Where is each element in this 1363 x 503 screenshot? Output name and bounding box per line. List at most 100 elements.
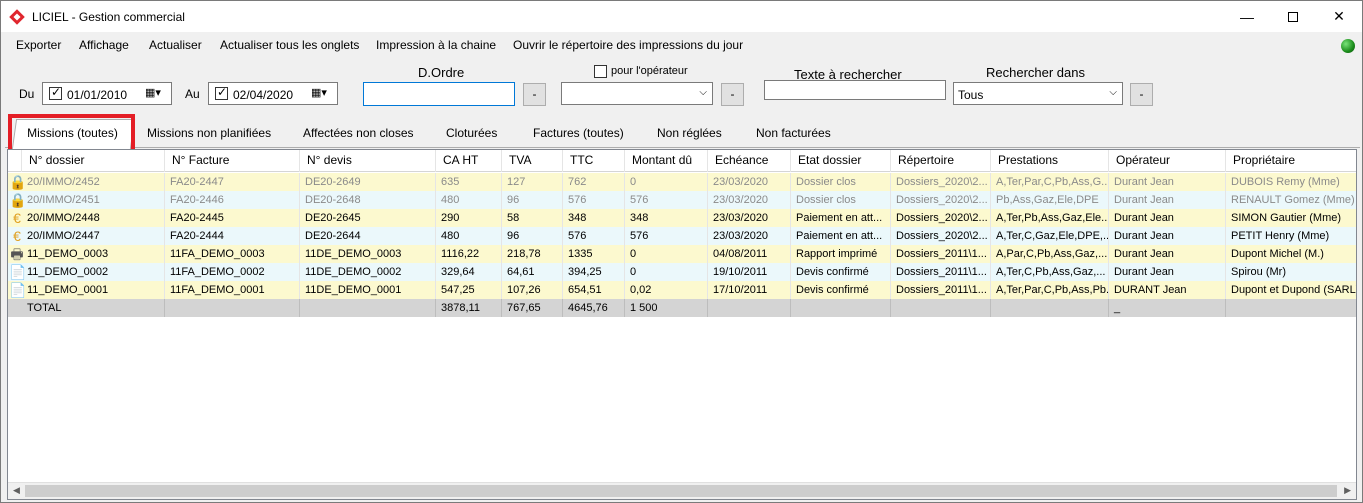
menu-exporter[interactable]: Exporter [16,38,61,52]
column-header[interactable]: Etat dossier [791,150,891,172]
tab-non-reglees[interactable]: Non réglées [657,126,722,140]
table-cell: DE20-2649 [300,173,436,191]
horizontal-scrollbar[interactable]: ◀ ▶ [8,482,1356,499]
table-cell: Durant Jean [1109,209,1226,227]
table-cell: Dossier clos [791,173,891,191]
table-row[interactable]: 🔒 20/IMMO/2451 FA20-2446 DE20-2648 480 96 576 5… [8,191,1356,209]
column-header[interactable]: Propriétaire [1226,150,1356,172]
table-cell: 348 [625,209,708,227]
calendar-icon[interactable]: ▦▾ [311,86,327,99]
dordre-input[interactable] [363,82,515,106]
menu-actualiser[interactable]: Actualiser [149,38,202,52]
table-cell: 290 [436,209,502,227]
table-cell: 11FA_DEMO_0002 [165,263,300,281]
date-from-checkbox[interactable] [49,85,62,100]
table-cell: Dossier clos [791,191,891,209]
scroll-left-icon[interactable]: ◀ [13,485,20,496]
table-cell: Devis confirmé [791,281,891,299]
tab-non-facturees[interactable]: Non facturées [756,126,831,140]
du-label: Du [19,87,35,101]
table-cell: 20/IMMO/2448 [22,209,165,227]
column-header[interactable]: N° devis [300,150,436,172]
pour-operateur-label: pour l'opérateur [611,65,688,77]
column-header[interactable]: Echéance [708,150,791,172]
title-bar: LICIEL - Gestion commercial — ✕ [1,1,1362,32]
table-cell: Dossiers_2020\2... [891,191,991,209]
table-cell: 11DE_DEMO_0001 [300,281,436,299]
tab-factures-toutes[interactable]: Factures (toutes) [533,126,624,140]
table-row[interactable]: €20/IMMO/2447 FA20-2444 DE20-2644 480 96 576 5… [8,227,1356,245]
table-cell: 107,26 [502,281,563,299]
table-cell: 0 [625,173,708,191]
table-cell: 19/10/2011 [708,263,791,281]
table-row[interactable]: 🔒 20/IMMO/2452 FA20-2447 DE20-2649 635 127 762… [8,173,1356,191]
calendar-icon[interactable]: ▦▾ [145,86,161,99]
total-cell: TOTAL [22,299,165,317]
column-header[interactable]: TTC [563,150,625,172]
operator-clear-button[interactable]: - [721,83,744,106]
table-cell: Dupont Michel (M.) [1226,245,1356,263]
table-cell: Paiement en att... [791,209,891,227]
table-cell: 11_DEMO_0002 [22,263,165,281]
table-row[interactable]: 📄 11_DEMO_0002 11FA_DEMO_0002 11DE_DEMO_000… [8,263,1356,281]
column-header[interactable]: TVA [502,150,563,172]
table-cell: Durant Jean [1109,227,1226,245]
missions-grid[interactable]: N° dossier N° Facture N° devis CA HT TVA TTC M… [7,149,1357,500]
date-to-checkbox[interactable] [215,85,228,100]
column-header[interactable]: Montant dû [625,150,708,172]
column-header[interactable]: Répertoire [891,150,991,172]
total-cell [991,299,1109,317]
table-cell: 127 [502,173,563,191]
search-text-input[interactable] [764,80,946,100]
operator-select[interactable]: ⌵ [561,82,713,105]
tab-missions-non-planifiees[interactable]: Missions non planifiées [147,126,271,140]
tab-affectees-non-closes[interactable]: Affectées non closes [303,126,414,140]
table-cell: 1335 [563,245,625,263]
dordre-clear-button[interactable]: - [523,83,546,106]
menu-impression-chaine[interactable]: Impression à la chaine [376,38,496,52]
date-to-picker[interactable]: 02/04/2020 ▦▾ [208,82,338,105]
column-header[interactable]: Prestations [991,150,1109,172]
menu-affichage[interactable]: Affichage [79,38,129,52]
pour-operateur-checkbox[interactable] [594,65,607,78]
column-header[interactable]: CA HT [436,150,502,172]
table-row[interactable]: 🖶 11_DEMO_0003 11FA_DEMO_0003 11DE_DEMO_000… [8,245,1356,263]
tab-cloturees[interactable]: Cloturées [446,126,497,140]
date-from-picker[interactable]: 01/01/2010 ▦▾ [42,82,172,105]
column-header[interactable]: N° dossier [22,150,165,172]
tab-strip: Missions (toutes) Missions non planifiée… [5,114,1360,149]
table-row[interactable]: 📄 11_DEMO_0001 11FA_DEMO_0001 11DE_DEMO_000… [8,281,1356,299]
menu-actualiser-tous[interactable]: Actualiser tous les onglets [220,38,359,52]
table-cell: Dossiers_2011\1... [891,263,991,281]
search-in-clear-button[interactable]: - [1130,83,1153,106]
table-cell: Paiement en att... [791,227,891,245]
tab-missions-toutes[interactable]: Missions (toutes) [11,119,135,149]
table-cell: 04/08/2011 [708,245,791,263]
search-in-select[interactable]: Tous ⌵ [953,82,1123,105]
table-cell: 20/IMMO/2447 [22,227,165,245]
table-cell: 329,64 [436,263,502,281]
total-cell: 1 500 [625,299,708,317]
table-cell: 394,25 [563,263,625,281]
table-cell: FA20-2444 [165,227,300,245]
table-row[interactable]: €20/IMMO/2448 FA20-2445 DE20-2645 290 58 348 3… [8,209,1356,227]
scroll-right-icon[interactable]: ▶ [1344,485,1351,496]
minimize-button[interactable]: — [1224,1,1270,32]
scroll-thumb[interactable] [25,485,1337,497]
table-cell: Dossiers_2020\2... [891,173,991,191]
table-cell: Pb,Ass,Gaz,Ele,DPE [991,191,1109,209]
maximize-button[interactable] [1270,1,1316,32]
table-cell: A,Ter,C,Pb,Ass,Gaz,... [991,263,1109,281]
table-cell: A,Ter,C,Gaz,Ele,DPE,... [991,227,1109,245]
table-cell: 576 [563,227,625,245]
table-cell: FA20-2446 [165,191,300,209]
close-button[interactable]: ✕ [1316,1,1362,32]
window-title: LICIEL - Gestion commercial [32,10,185,24]
table-cell: 635 [436,173,502,191]
table-cell: DUBOIS Remy (Mme) [1226,173,1356,191]
column-header[interactable]: Opérateur [1109,150,1226,172]
total-cell [791,299,891,317]
total-cell [165,299,300,317]
column-header[interactable]: N° Facture [165,150,300,172]
menu-ouvrir-repertoire[interactable]: Ouvrir le répertoire des impressions du … [513,38,743,52]
